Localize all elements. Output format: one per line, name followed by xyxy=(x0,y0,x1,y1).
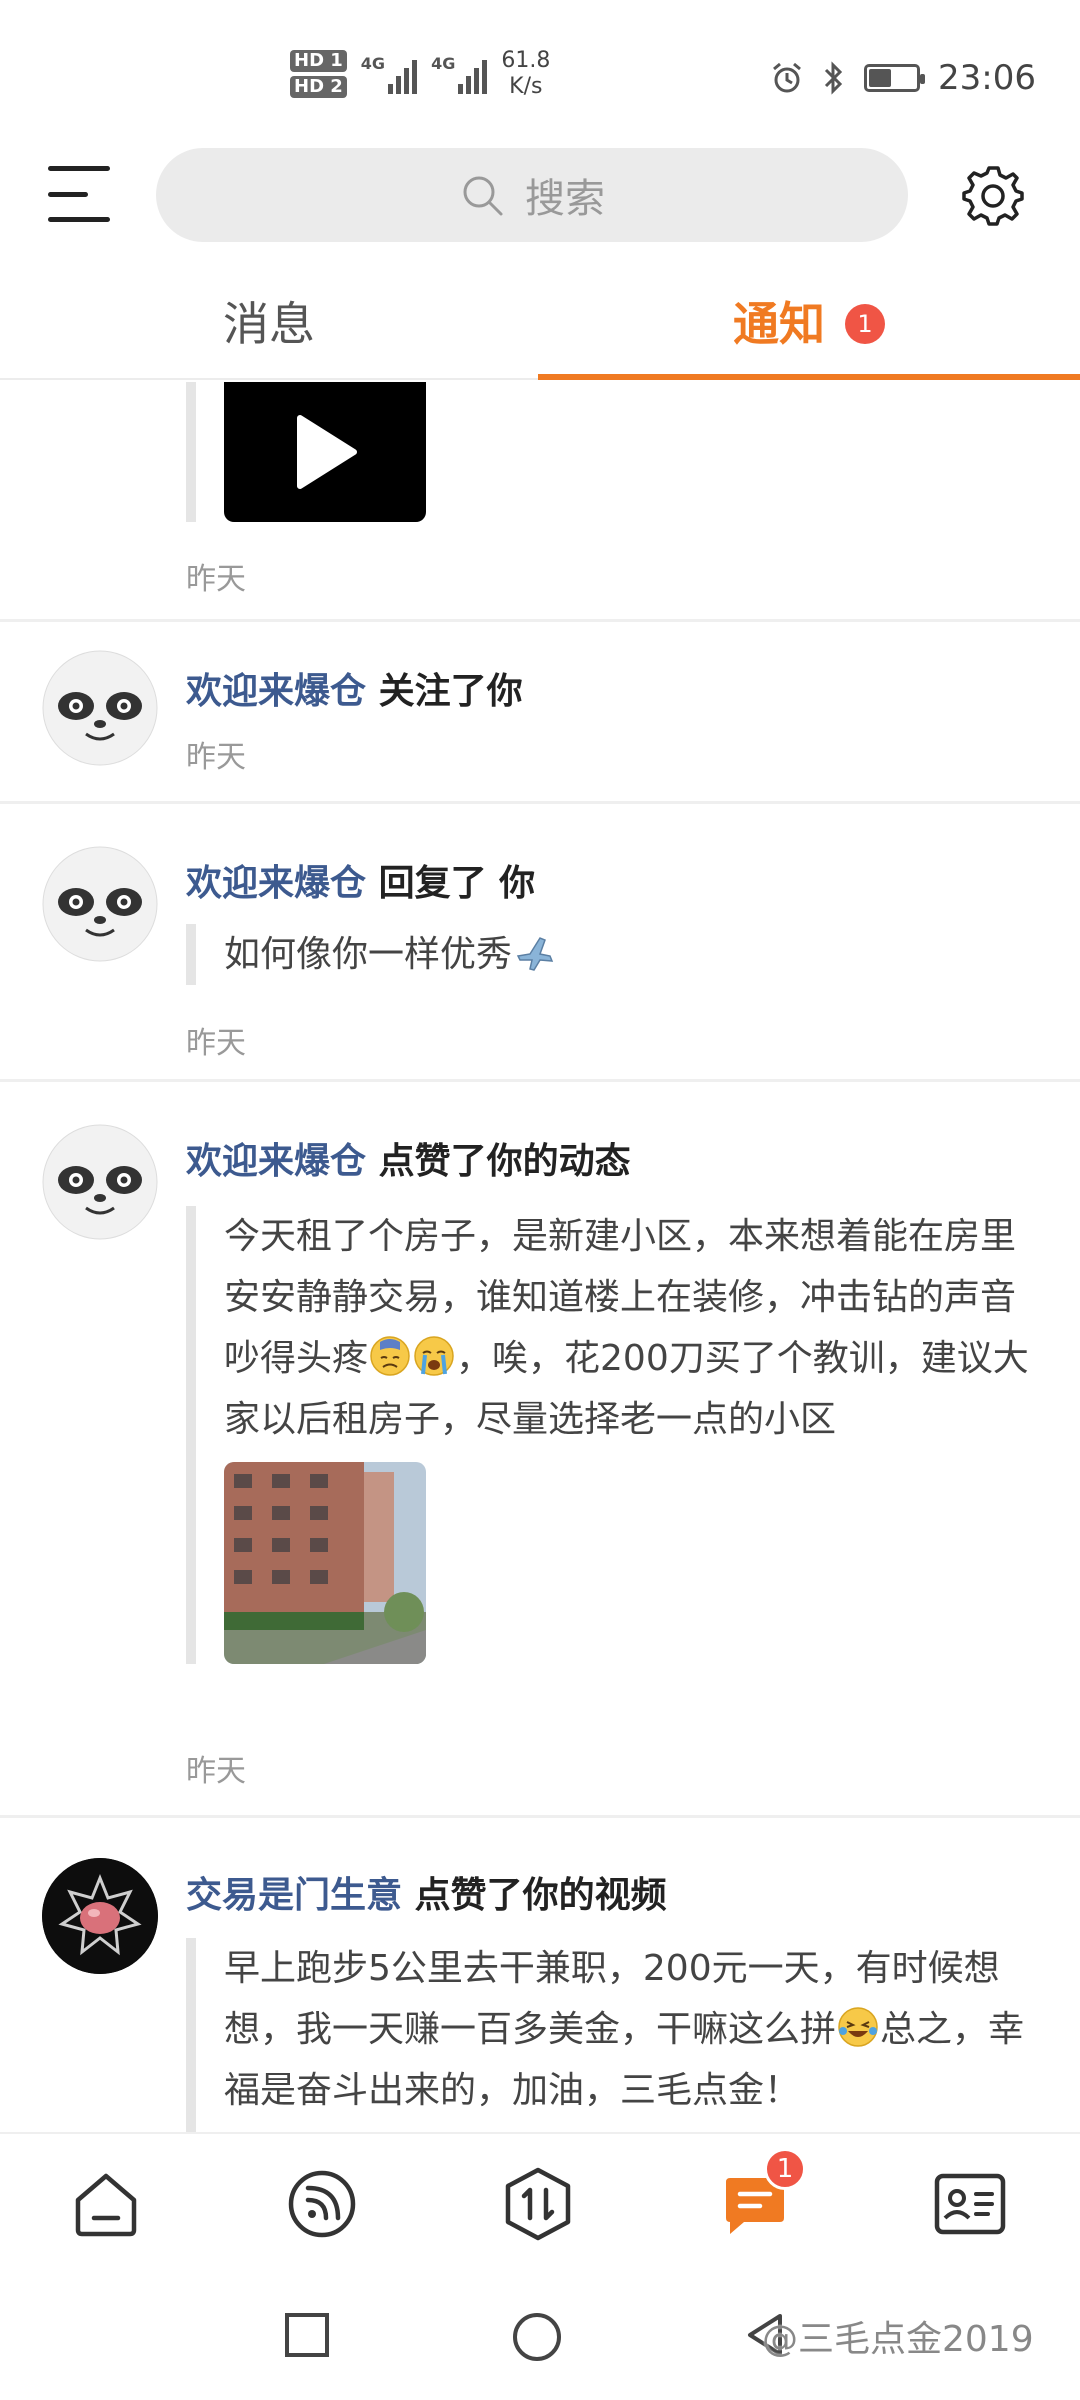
nav-trade[interactable] xyxy=(498,2164,578,2244)
nav-feed[interactable] xyxy=(282,2164,362,2244)
sim2-label: HD 2 xyxy=(290,76,347,98)
home-circle-icon[interactable] xyxy=(512,2312,562,2362)
post-image[interactable] xyxy=(224,1462,426,1664)
trade-icon xyxy=(505,2167,571,2241)
alarm-icon xyxy=(773,62,801,93)
list-item[interactable]: 交易是门生意 点赞了你的视频 早上跑步5公里去干兼职，200元一天，有时候想想，… xyxy=(0,1818,1080,2132)
username-link[interactable]: 欢迎来爆仓 xyxy=(186,863,366,904)
list-item[interactable]: 欢迎来爆仓 回复了 你 如何像你一样优秀 昨天 xyxy=(0,804,1080,1082)
reply-text: 如何像你一样优秀 xyxy=(224,934,513,975)
timestamp: 昨天 xyxy=(186,1026,246,1061)
quote-block[interactable]: 早上跑步5公里去干兼职，200元一天，有时候想想，我一天赚一百多美金，干嘛这么拼… xyxy=(186,1938,1048,2132)
list-item[interactable]: 昨天 xyxy=(0,382,1080,622)
laughing-tears-emoji-icon xyxy=(838,2007,878,2047)
list-item[interactable]: 欢迎来爆仓 关注了你 昨天 xyxy=(0,622,1080,804)
rss-icon xyxy=(288,2170,356,2238)
status-right: 23:06 xyxy=(770,58,1036,98)
action-text: 点赞了你的视频 xyxy=(414,1875,667,1916)
avatar[interactable] xyxy=(42,1124,158,1240)
menu-button[interactable] xyxy=(48,166,110,222)
username-link[interactable]: 欢迎来爆仓 xyxy=(186,1141,366,1182)
search-placeholder: 搜索 xyxy=(525,176,605,222)
crying-emoji-icon xyxy=(414,1336,454,1376)
timestamp: 昨天 xyxy=(186,740,246,775)
tab-bar: 消息 通知 1 xyxy=(0,276,1080,380)
recents-square-icon[interactable] xyxy=(284,2312,330,2358)
username-link[interactable]: 交易是门生意 xyxy=(186,1875,402,1916)
battery-icon xyxy=(864,64,926,92)
notification-title: 欢迎来爆仓 关注了你 xyxy=(186,662,523,714)
tab-notifications[interactable]: 通知 1 xyxy=(538,276,1080,380)
status-bar: HD 1 HD 2 4G 4G 61.8 K/s 23:06 xyxy=(0,0,1080,140)
notification-title: 交易是门生意 点赞了你的视频 xyxy=(186,1866,667,1918)
video-thumbnail[interactable] xyxy=(224,382,426,522)
avatar[interactable] xyxy=(42,650,158,766)
action-text: 回复了 你 xyxy=(378,863,536,904)
sad-sweat-emoji-icon xyxy=(370,1336,410,1376)
panda-avatar-icon xyxy=(42,846,158,962)
action-text: 点赞了你的动态 xyxy=(378,1141,631,1182)
airplane-emoji-icon xyxy=(516,937,554,971)
panda-avatar-icon xyxy=(42,650,158,766)
ring-avatar-icon xyxy=(42,1858,158,1974)
settings-gear-icon[interactable] xyxy=(960,162,1026,228)
notification-title: 欢迎来爆仓 回复了 你 xyxy=(186,854,535,906)
nav-home[interactable] xyxy=(66,2164,146,2244)
bluetooth-icon xyxy=(824,61,843,95)
clock: 23:06 xyxy=(938,58,1036,98)
avatar[interactable] xyxy=(42,846,158,962)
username-link[interactable]: 欢迎来爆仓 xyxy=(186,671,366,712)
watermark-text: @三毛点金2019 xyxy=(762,2319,1034,2360)
notification-badge: 1 xyxy=(845,304,885,344)
quote-block[interactable]: 如何像你一样优秀 xyxy=(186,924,1046,985)
status-left: HD 1 HD 2 4G 4G 61.8 K/s xyxy=(290,48,550,100)
signal2-icon: 4G xyxy=(431,54,488,94)
post-text: 早上跑步5公里去干兼职，200元一天，有时候想想，我一天赚一百多美金，干嘛这么拼… xyxy=(224,1948,1025,2111)
network-speed: 61.8 K/s xyxy=(501,48,551,99)
menu-icon xyxy=(48,166,110,171)
search-icon xyxy=(463,176,503,216)
top-bar: 搜索 xyxy=(0,148,1080,242)
quote-block xyxy=(186,382,426,522)
quote-block[interactable]: 今天租了个房子，是新建小区，本来想着能在房里安安静静交易，谁知道楼上在装修，冲击… xyxy=(186,1206,1048,1664)
play-icon xyxy=(297,415,357,489)
id-card-icon xyxy=(934,2173,1006,2235)
notification-title: 欢迎来爆仓 点赞了你的动态 xyxy=(186,1132,631,1184)
tab-notifications-label: 通知 xyxy=(733,297,825,351)
search-bar[interactable]: 搜索 xyxy=(156,148,908,242)
timestamp: 昨天 xyxy=(186,562,246,597)
signal1-icon: 4G xyxy=(361,54,418,94)
nav-messages[interactable]: 1 xyxy=(714,2148,806,2244)
post-text: 今天租了个房子，是新建小区，本来想着能在房里安安静静交易，谁知道楼上在装修，冲击… xyxy=(224,1216,1029,1440)
messages-badge: 1 xyxy=(764,2148,806,2190)
sim-indicators: HD 1 HD 2 xyxy=(290,50,347,98)
panda-avatar-icon xyxy=(42,1124,158,1240)
nav-profile[interactable] xyxy=(930,2164,1010,2244)
timestamp: 昨天 xyxy=(186,1754,246,1789)
notification-list[interactable]: 昨天 欢迎来爆仓 关注了你 昨天 欢迎来爆仓 回复了 你 如何像你一样优秀 昨天… xyxy=(0,382,1080,2132)
action-text: 关注了你 xyxy=(378,671,523,712)
tab-messages[interactable]: 消息 xyxy=(0,276,538,380)
bottom-navigation: 1 xyxy=(0,2132,1080,2272)
avatar[interactable] xyxy=(42,1858,158,1974)
building-photo-image xyxy=(224,1462,426,1664)
tab-messages-label: 消息 xyxy=(223,297,315,351)
list-item[interactable]: 欢迎来爆仓 点赞了你的动态 今天租了个房子，是新建小区，本来想着能在房里安安静静… xyxy=(0,1082,1080,1818)
sim1-label: HD 1 xyxy=(290,50,347,72)
active-tab-indicator xyxy=(538,374,1080,380)
home-icon xyxy=(75,2173,137,2237)
